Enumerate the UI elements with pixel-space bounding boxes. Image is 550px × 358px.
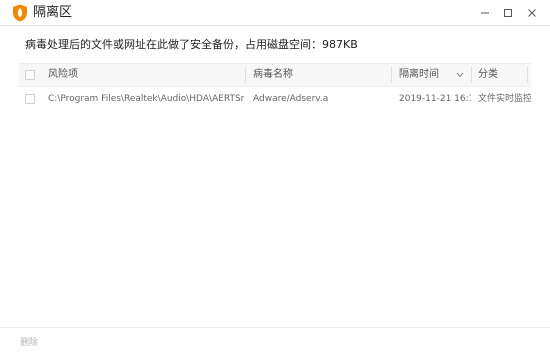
table-header: 风险项 病毒名称 隔离时间 分类 <box>19 63 531 87</box>
delete-button[interactable]: 删除 <box>20 337 38 349</box>
close-icon <box>528 9 536 17</box>
header-quarantine-time[interactable]: 隔离时间 <box>399 64 439 86</box>
header-virus-name[interactable]: 病毒名称 <box>253 64 293 86</box>
column-divider[interactable] <box>245 67 246 83</box>
header-category[interactable]: 分类 <box>478 64 498 86</box>
title-bar: 隔离区 <box>0 0 550 26</box>
shield-logo-icon <box>13 4 27 22</box>
quarantine-table: 风险项 病毒名称 隔离时间 分类 C:\Program Files\Realte… <box>19 63 531 111</box>
table-row[interactable]: C:\Program Files\Realtek\Audio\HDA\AERTS… <box>19 87 531 111</box>
maximize-icon <box>504 9 512 17</box>
window-title: 隔离区 <box>33 5 73 20</box>
sort-chevron-down-icon[interactable] <box>456 72 464 78</box>
row-checkbox[interactable] <box>25 94 35 104</box>
cell-quarantine-time: 2019-11-21 16:16 <box>399 94 471 104</box>
minimize-icon <box>481 12 489 14</box>
footer-divider <box>0 327 550 328</box>
column-divider[interactable] <box>391 67 392 83</box>
column-divider[interactable] <box>471 67 472 83</box>
title-divider <box>0 25 550 26</box>
select-all-checkbox[interactable] <box>25 70 35 80</box>
close-button[interactable] <box>520 3 544 23</box>
cell-risk-item: C:\Program Files\Realtek\Audio\HDA\AERTS… <box>48 94 244 104</box>
cell-category: 文件实时监控 <box>478 94 531 104</box>
header-risk-item[interactable]: 风险项 <box>48 64 78 86</box>
minimize-button[interactable] <box>473 3 497 23</box>
maximize-button[interactable] <box>496 3 520 23</box>
column-divider[interactable] <box>527 67 528 83</box>
cell-virus-name: Adware/Adserv.a <box>253 94 329 104</box>
backup-info-text: 病毒处理后的文件或网址在此做了安全备份，占用磁盘空间：987KB <box>25 38 358 51</box>
